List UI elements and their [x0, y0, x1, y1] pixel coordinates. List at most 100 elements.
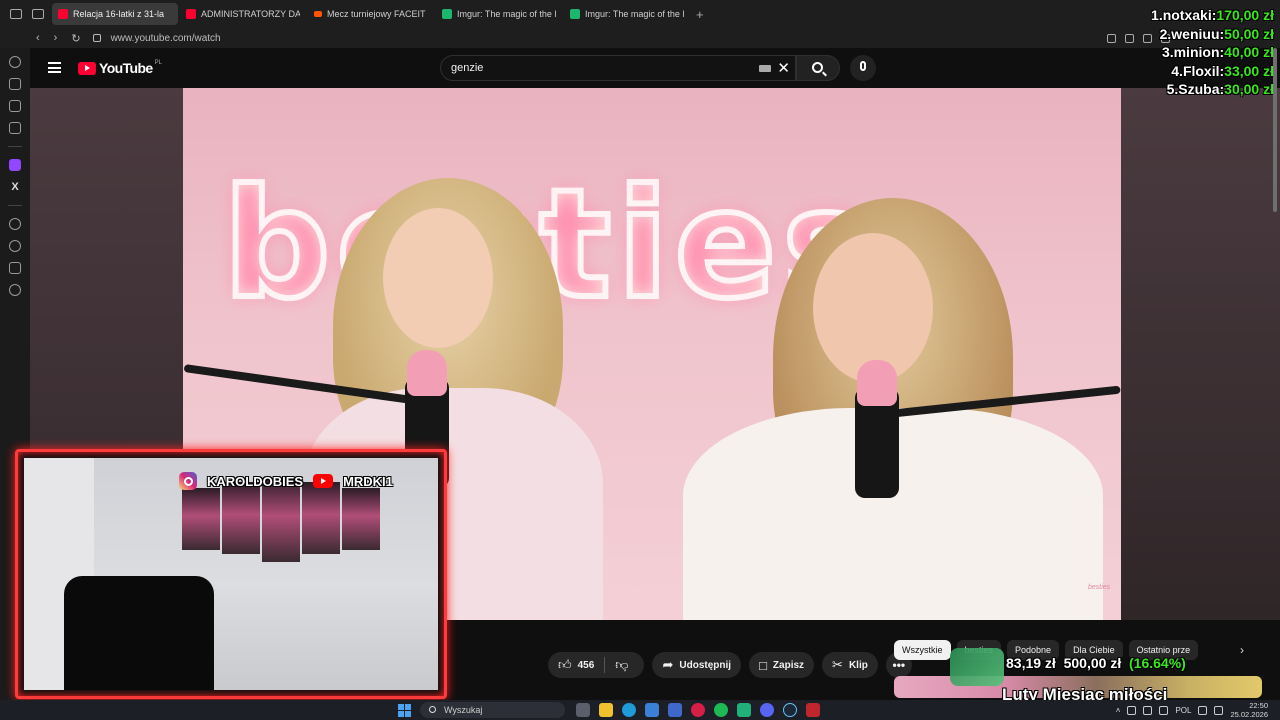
- steam-icon[interactable]: [783, 703, 797, 717]
- network-icon[interactable]: [1198, 705, 1208, 715]
- leaderboard-row: 5.Szuba:30,00 zł: [1166, 81, 1274, 97]
- leaderboard-row: 2.weniuu:50,00 zł: [1159, 25, 1274, 42]
- search-icon: [812, 62, 823, 73]
- windows-start-icon[interactable]: [398, 704, 411, 717]
- volume-icon[interactable]: [1214, 705, 1224, 715]
- donation-leaderboard: 1.notxaki:170,00 zł 2.weniuu:50,00 zł 3.…: [1151, 6, 1274, 99]
- thumbs-down-icon[interactable]: 👎︎: [615, 657, 628, 673]
- edge-icon[interactable]: [622, 703, 636, 717]
- tab-title: Imgur: The magic of the In: [457, 9, 556, 19]
- extensions-icon[interactable]: [9, 262, 21, 274]
- youtube-header: YouTube PL genzie ✕: [30, 48, 1280, 88]
- reload-icon[interactable]: ↻: [71, 32, 80, 45]
- like-dislike-group: 👍︎ 456 👎︎: [548, 652, 645, 678]
- share-label: Udostępnij: [679, 659, 732, 671]
- new-tab-icon[interactable]: +: [696, 7, 704, 22]
- task-view-icon[interactable]: [576, 703, 590, 717]
- windows-taskbar: Wyszukaj ˄ POL 22:50 25.02.2026: [0, 700, 1280, 720]
- tab-title: Imgur: The magic of the In: [585, 9, 684, 19]
- thumbs-up-icon[interactable]: 👍︎: [558, 657, 572, 673]
- opera-icon[interactable]: [691, 703, 705, 717]
- microphone-icon: [860, 61, 866, 71]
- chip-all[interactable]: Wszystkie: [894, 640, 951, 660]
- video-actions: 👍︎ 456 👎︎ ➦ Udostępnij □ Zapisz ✂ Klip •…: [548, 652, 912, 678]
- wall-art-panel: [342, 488, 380, 550]
- browser-tab-2[interactable]: ADMINISTRATORZY DANY: [180, 3, 306, 25]
- leaderboard-row: 1.notxaki:170,00 zł: [1151, 7, 1274, 23]
- tray-app-icon[interactable]: [1127, 705, 1137, 715]
- file-explorer-icon[interactable]: [599, 703, 613, 717]
- webcam-feed: KAROLDOBIES MRDKI1: [24, 458, 438, 690]
- voice-search-button[interactable]: [850, 55, 876, 81]
- player-icon[interactable]: [9, 218, 21, 230]
- search-query: genzie: [451, 62, 484, 74]
- forward-icon[interactable]: ›: [54, 32, 58, 45]
- share-icon: ➦: [662, 657, 674, 672]
- store-icon[interactable]: [645, 703, 659, 717]
- clock[interactable]: 22:50 25.02.2026: [1230, 701, 1268, 719]
- scrollbar-thumb[interactable]: [1273, 48, 1277, 212]
- antivirus-icon[interactable]: [806, 703, 820, 717]
- browser-tab-1[interactable]: Relacja 16-latki z 31-la: [52, 3, 178, 25]
- youtube-icon: [313, 474, 334, 488]
- page-scrollbar[interactable]: [1273, 48, 1278, 218]
- x-twitter-icon[interactable]: X: [9, 181, 21, 193]
- browser-tab-3[interactable]: Mecz turniejowy FACEIT -: [308, 3, 434, 25]
- youtube-play-icon: [78, 61, 96, 75]
- imgur-icon: [570, 9, 580, 19]
- browser-tab-5[interactable]: Imgur: The magic of the In: [564, 3, 690, 25]
- search-input[interactable]: genzie ✕: [440, 55, 796, 81]
- share-button[interactable]: ➦ Udostępnij: [652, 652, 742, 678]
- app-icon[interactable]: [737, 703, 751, 717]
- workspaces-icon[interactable]: [10, 9, 22, 19]
- gaming-chair: [64, 576, 214, 690]
- snapshot-icon[interactable]: [1125, 33, 1134, 43]
- crypto-wallet-icon[interactable]: [9, 100, 21, 112]
- tray-overflow-icon[interactable]: ˄: [1116, 706, 1121, 715]
- save-label: Zapisz: [772, 659, 805, 671]
- save-button[interactable]: □ Zapisz: [749, 652, 815, 678]
- system-tray: ˄ POL 22:50 25.02.2026: [1116, 701, 1268, 719]
- menu-icon[interactable]: [48, 62, 61, 73]
- language-indicator[interactable]: POL: [1175, 706, 1191, 715]
- browser-tab-strip: Relacja 16-latki z 31-la ADMINISTRATORZY…: [0, 0, 1280, 28]
- spotify-icon[interactable]: [714, 703, 728, 717]
- microphone-right: [855, 360, 899, 498]
- clock-time: 22:50: [1249, 701, 1268, 710]
- clip-button[interactable]: ✂ Klip: [822, 652, 878, 678]
- youtube-logo[interactable]: YouTube PL: [78, 60, 162, 76]
- search-icon: [429, 706, 436, 713]
- like-count[interactable]: 456: [578, 660, 595, 671]
- aria-icon[interactable]: [9, 56, 21, 68]
- goal-current: 83,19 zł: [1006, 655, 1056, 671]
- settings-icon[interactable]: [9, 284, 21, 296]
- instagram-icon: [179, 472, 197, 490]
- pin-icon[interactable]: [1107, 33, 1116, 43]
- messenger-icon[interactable]: [9, 122, 21, 134]
- video-ambient-right: [1121, 88, 1280, 620]
- url-field[interactable]: www.youtube.com/watch: [111, 33, 221, 44]
- workspace-icons: [0, 9, 52, 19]
- twitch-icon[interactable]: [9, 159, 21, 171]
- leaderboard-row: 3.minion:40,00 zł: [1161, 44, 1274, 60]
- microphone-icon[interactable]: [1159, 705, 1169, 715]
- social-handles: KAROLDOBIES MRDKI1: [179, 472, 393, 490]
- history-icon[interactable]: [9, 240, 21, 252]
- taskbar-search[interactable]: Wyszukaj: [420, 702, 565, 718]
- tray-app-icon[interactable]: [1143, 705, 1153, 715]
- wall-art-panel: [222, 482, 260, 554]
- instagram-handle: KAROLDOBIES: [207, 473, 304, 489]
- goal-target: 500,00 zł: [1063, 655, 1122, 671]
- back-icon[interactable]: ‹: [36, 32, 40, 45]
- shopping-icon[interactable]: [9, 78, 21, 90]
- wall-art-panel: [182, 488, 220, 550]
- clear-search-icon[interactable]: ✕: [777, 59, 790, 77]
- goal-progress-bar: [950, 648, 1004, 686]
- tab-islands-icon[interactable]: [32, 9, 44, 19]
- browser-tab-4[interactable]: Imgur: The magic of the In: [436, 3, 562, 25]
- mail-icon[interactable]: [668, 703, 682, 717]
- discord-icon[interactable]: [760, 703, 774, 717]
- taskbar-apps: [576, 703, 820, 717]
- keyboard-icon[interactable]: [759, 65, 771, 72]
- search-button[interactable]: [796, 55, 840, 81]
